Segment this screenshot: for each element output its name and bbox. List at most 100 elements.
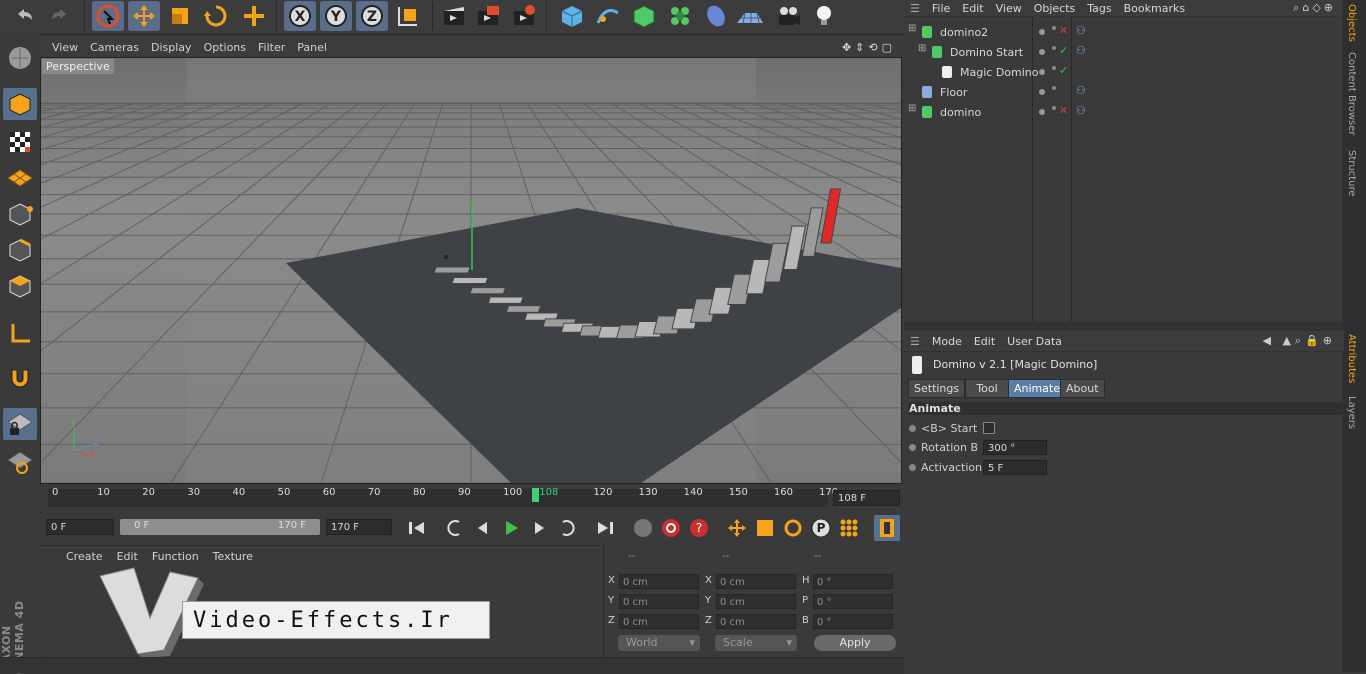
go-to-end-icon[interactable] xyxy=(592,515,618,541)
tab-attributes[interactable]: Attributes xyxy=(1346,334,1357,383)
record-rotation-icon[interactable] xyxy=(780,515,806,541)
enabled-check-icon[interactable]: ✓ xyxy=(1059,44,1068,57)
viewport-menu-cameras[interactable]: Cameras xyxy=(90,41,139,54)
om-menu-file[interactable]: File xyxy=(932,2,950,15)
rotate-tool-icon[interactable] xyxy=(200,1,232,31)
start-checkbox[interactable] xyxy=(983,422,995,434)
coord-size-field[interactable]: 0 cm xyxy=(716,594,796,609)
coord-size-field[interactable]: 0 cm xyxy=(716,574,796,589)
om-menu-bookmarks[interactable]: Bookmarks xyxy=(1124,2,1185,15)
record-parameter-icon[interactable]: P xyxy=(808,515,834,541)
workplane-mode-icon[interactable] xyxy=(3,162,37,194)
tab-settings[interactable]: Settings xyxy=(908,379,966,398)
viewport-menu-view[interactable]: View xyxy=(52,41,78,54)
keyframe-dot-rotation[interactable] xyxy=(909,444,916,451)
keyframe-selection-icon[interactable]: ? xyxy=(686,515,712,541)
texture-mode-icon[interactable] xyxy=(3,126,37,158)
viewport-menu-display[interactable]: Display xyxy=(151,41,192,54)
space-dropdown[interactable]: World ▾ xyxy=(618,635,700,651)
apply-button[interactable]: Apply xyxy=(814,635,896,651)
coord-size-field[interactable]: 0 cm xyxy=(716,614,796,629)
coord-rotation-field[interactable]: 0 ° xyxy=(813,574,893,589)
render-dot[interactable] xyxy=(1052,106,1056,110)
coordinate-system-icon[interactable] xyxy=(392,1,424,31)
subdivision-nurbs-icon[interactable] xyxy=(628,1,660,31)
array-cloner-icon[interactable] xyxy=(664,1,696,31)
viewport-menu-panel[interactable]: Panel xyxy=(297,41,327,54)
timeline-ruler[interactable]: 0 10 20 30 40 50 60 70 80 90 100 108 120 130 140 150 160… xyxy=(40,485,902,511)
locked-workplane-icon[interactable] xyxy=(3,408,37,440)
coord-rotation-field[interactable]: 0 ° xyxy=(813,594,893,609)
polygons-mode-icon[interactable] xyxy=(3,270,37,302)
axis-mode-icon[interactable] xyxy=(3,318,37,350)
object-tag-icon[interactable]: ⚇ xyxy=(1076,24,1086,37)
play-forward-icon[interactable] xyxy=(498,515,524,541)
expand-icon[interactable]: ⊞ xyxy=(918,43,926,54)
scale-tool-icon[interactable] xyxy=(164,1,196,31)
end-frame-field[interactable]: 170 F xyxy=(326,519,392,535)
expand-icon[interactable]: ⊞ xyxy=(908,103,916,114)
coord-position-field[interactable]: 0 cm xyxy=(619,614,699,629)
attr-menu-edit[interactable]: Edit xyxy=(974,335,995,348)
viewport-menu-filter[interactable]: Filter xyxy=(258,41,285,54)
object-tag-icon[interactable]: ⚇ xyxy=(1076,104,1086,117)
light-object-icon[interactable] xyxy=(808,1,840,31)
visibility-dot[interactable] xyxy=(1039,69,1045,75)
disabled-x-icon[interactable]: ✕ xyxy=(1059,104,1068,117)
om-menu-tags[interactable]: Tags xyxy=(1087,2,1111,15)
z-axis-lock-icon[interactable]: Z xyxy=(356,1,388,31)
viewport-nav-icons[interactable]: ✥⇕⟲▢ xyxy=(842,41,896,54)
render-region-icon[interactable] xyxy=(472,1,504,31)
coord-rotation-field[interactable]: 0 ° xyxy=(813,614,893,629)
edges-mode-icon[interactable] xyxy=(3,234,37,266)
snapping-magnet-icon[interactable] xyxy=(3,362,37,394)
render-dot[interactable] xyxy=(1052,66,1056,70)
tab-animate[interactable]: Animate xyxy=(1008,379,1067,398)
points-mode-icon[interactable] xyxy=(3,198,37,230)
visibility-dot[interactable] xyxy=(1039,49,1045,55)
move-tool-icon[interactable] xyxy=(128,1,160,31)
tab-layers[interactable]: Layers xyxy=(1346,396,1357,429)
previous-key-icon[interactable] xyxy=(442,515,468,541)
om-toolbar-icons[interactable]: ⌕⌂◇⊕ xyxy=(1293,1,1336,15)
material-menu-edit[interactable]: Edit xyxy=(117,550,138,563)
make-editable-icon[interactable] xyxy=(3,42,37,74)
tab-structure[interactable]: Structure xyxy=(1346,150,1357,197)
keyframe-dot-start[interactable] xyxy=(909,425,916,432)
planar-workplane-icon[interactable] xyxy=(3,446,37,478)
coord-position-field[interactable]: 0 cm xyxy=(619,594,699,609)
material-menu-create[interactable]: Create xyxy=(66,550,103,563)
x-axis-lock-icon[interactable]: X xyxy=(284,1,316,31)
spline-pen-icon[interactable] xyxy=(592,1,624,31)
record-point-level-icon[interactable] xyxy=(836,515,862,541)
disabled-x-icon[interactable]: ✕ xyxy=(1059,24,1068,37)
keyframe-dot-activation[interactable] xyxy=(909,464,916,471)
tab-content-browser[interactable]: Content Browser xyxy=(1346,52,1357,135)
object-row[interactable]: Magic Domino ✓ xyxy=(904,62,1342,82)
redo-icon[interactable] xyxy=(44,1,76,31)
object-tag-icon[interactable]: ⚇ xyxy=(1076,84,1086,97)
3d-viewport[interactable]: Y Z X xyxy=(40,57,902,484)
activation-field[interactable]: 5 F xyxy=(983,460,1047,475)
om-menu-objects[interactable]: Objects xyxy=(1034,2,1076,15)
object-row[interactable]: Floor ⚇ xyxy=(904,82,1342,102)
start-frame-field[interactable]: 0 F xyxy=(46,519,114,535)
record-position-icon[interactable] xyxy=(724,515,750,541)
go-to-start-icon[interactable] xyxy=(404,515,430,541)
previous-frame-icon[interactable] xyxy=(470,515,496,541)
floor-scene-icon[interactable] xyxy=(734,1,766,31)
visibility-dot[interactable] xyxy=(1039,29,1045,35)
deformer-icon[interactable] xyxy=(700,1,732,31)
expand-icon[interactable]: ⊞ xyxy=(908,23,916,34)
live-selection-icon[interactable] xyxy=(92,1,124,31)
object-row[interactable]: ⊞ domino2 ✕ ⚇ xyxy=(904,22,1342,42)
add-tool-icon[interactable] xyxy=(238,1,270,31)
object-row[interactable]: ⊞ domino ✕ ⚇ xyxy=(904,102,1342,122)
next-frame-icon[interactable] xyxy=(526,515,552,541)
render-dot[interactable] xyxy=(1052,26,1056,30)
object-tag-icon[interactable]: ⚇ xyxy=(1076,44,1086,57)
y-axis-lock-icon[interactable]: Y xyxy=(320,1,352,31)
cube-object-icon[interactable] xyxy=(556,1,588,31)
coord-position-field[interactable]: 0 cm xyxy=(619,574,699,589)
record-scale-icon[interactable] xyxy=(752,515,778,541)
